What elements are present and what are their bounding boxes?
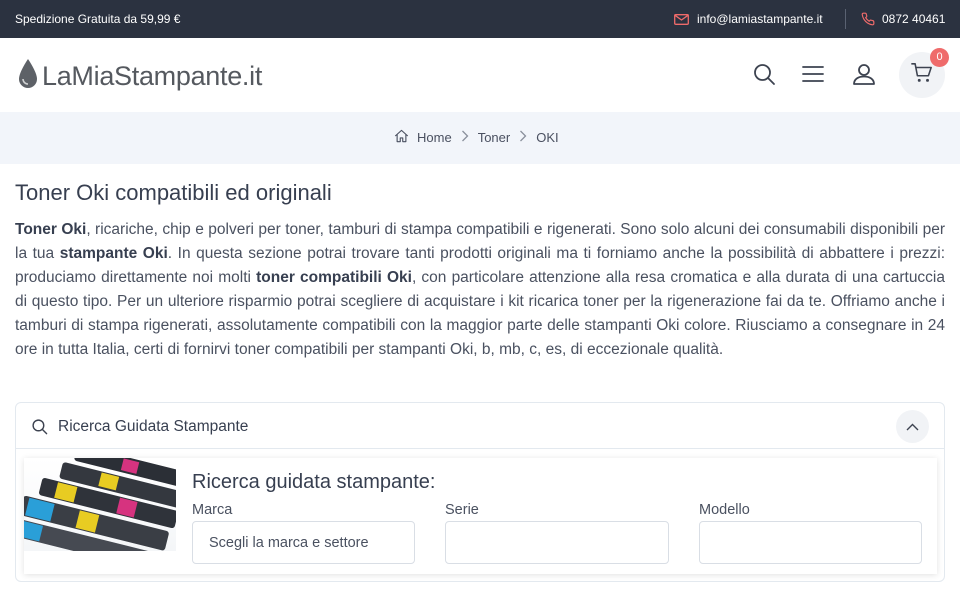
model-select[interactable]: [699, 521, 922, 564]
breadcrumb-home[interactable]: Home: [417, 130, 452, 145]
logo-text: LaMiaStampante.it: [42, 61, 263, 91]
search-form-card: Ricerca guidata stampante: Marca Scegli …: [24, 458, 937, 574]
user-icon[interactable]: [852, 62, 876, 86]
intro-keyword: Toner Oki: [15, 221, 87, 238]
search-icon[interactable]: [752, 62, 776, 86]
breadcrumb-current: OKI: [536, 130, 559, 145]
toner-cartridges-image: [24, 458, 176, 551]
ink-drop-icon: [17, 58, 39, 95]
series-select[interactable]: [445, 521, 669, 564]
phone-text: 0872 40461: [882, 12, 946, 26]
intro-keyword: stampante Oki: [59, 245, 168, 262]
chevron-right-icon: [519, 130, 527, 145]
brand-label: Marca: [192, 502, 233, 518]
phone-icon: [861, 12, 875, 26]
intro-paragraph: Toner Oki, ricariche, chip e polveri per…: [15, 218, 945, 362]
breadcrumb: Home Toner OKI: [394, 129, 559, 146]
site-logo[interactable]: LaMiaStampante.it: [17, 58, 262, 95]
cart-count-badge: 0: [930, 48, 949, 67]
page-title: Toner Oki compatibili ed originali: [15, 180, 332, 205]
chevron-right-icon: [461, 130, 469, 145]
breadcrumb-bar: Home Toner OKI: [0, 112, 960, 164]
shipping-notice: Spedizione Gratuita da 59,99 €: [15, 12, 181, 26]
top-bar: Spedizione Gratuita da 59,99 € info@lami…: [0, 0, 960, 38]
search-icon: [31, 418, 48, 440]
brand-select[interactable]: Scegli la marca e settore: [192, 521, 415, 564]
phone-link[interactable]: 0872 40461: [861, 12, 945, 26]
email-text: info@lamiastampante.it: [697, 12, 823, 26]
menu-icon[interactable]: [801, 62, 825, 86]
search-heading: Ricerca guidata stampante:: [192, 471, 436, 493]
model-label: Modello: [699, 502, 750, 518]
mail-icon: [674, 13, 689, 25]
series-label: Serie: [445, 502, 479, 518]
intro-keyword: toner compatibili Oki: [256, 269, 412, 286]
panel-header[interactable]: Ricerca Guidata Stampante: [16, 403, 944, 449]
panel-title: Ricerca Guidata Stampante: [58, 418, 249, 435]
site-header: LaMiaStampante.it 0: [0, 38, 960, 112]
printer-search-panel: Ricerca Guidata Stampante Ricerca guidat…: [15, 402, 945, 582]
breadcrumb-toner[interactable]: Toner: [478, 130, 511, 145]
chevron-up-icon: [906, 418, 919, 436]
cart-icon: [911, 62, 933, 89]
divider: [845, 9, 846, 29]
collapse-toggle[interactable]: [896, 410, 929, 443]
email-link[interactable]: info@lamiastampante.it: [674, 12, 823, 26]
home-icon[interactable]: [394, 129, 409, 146]
